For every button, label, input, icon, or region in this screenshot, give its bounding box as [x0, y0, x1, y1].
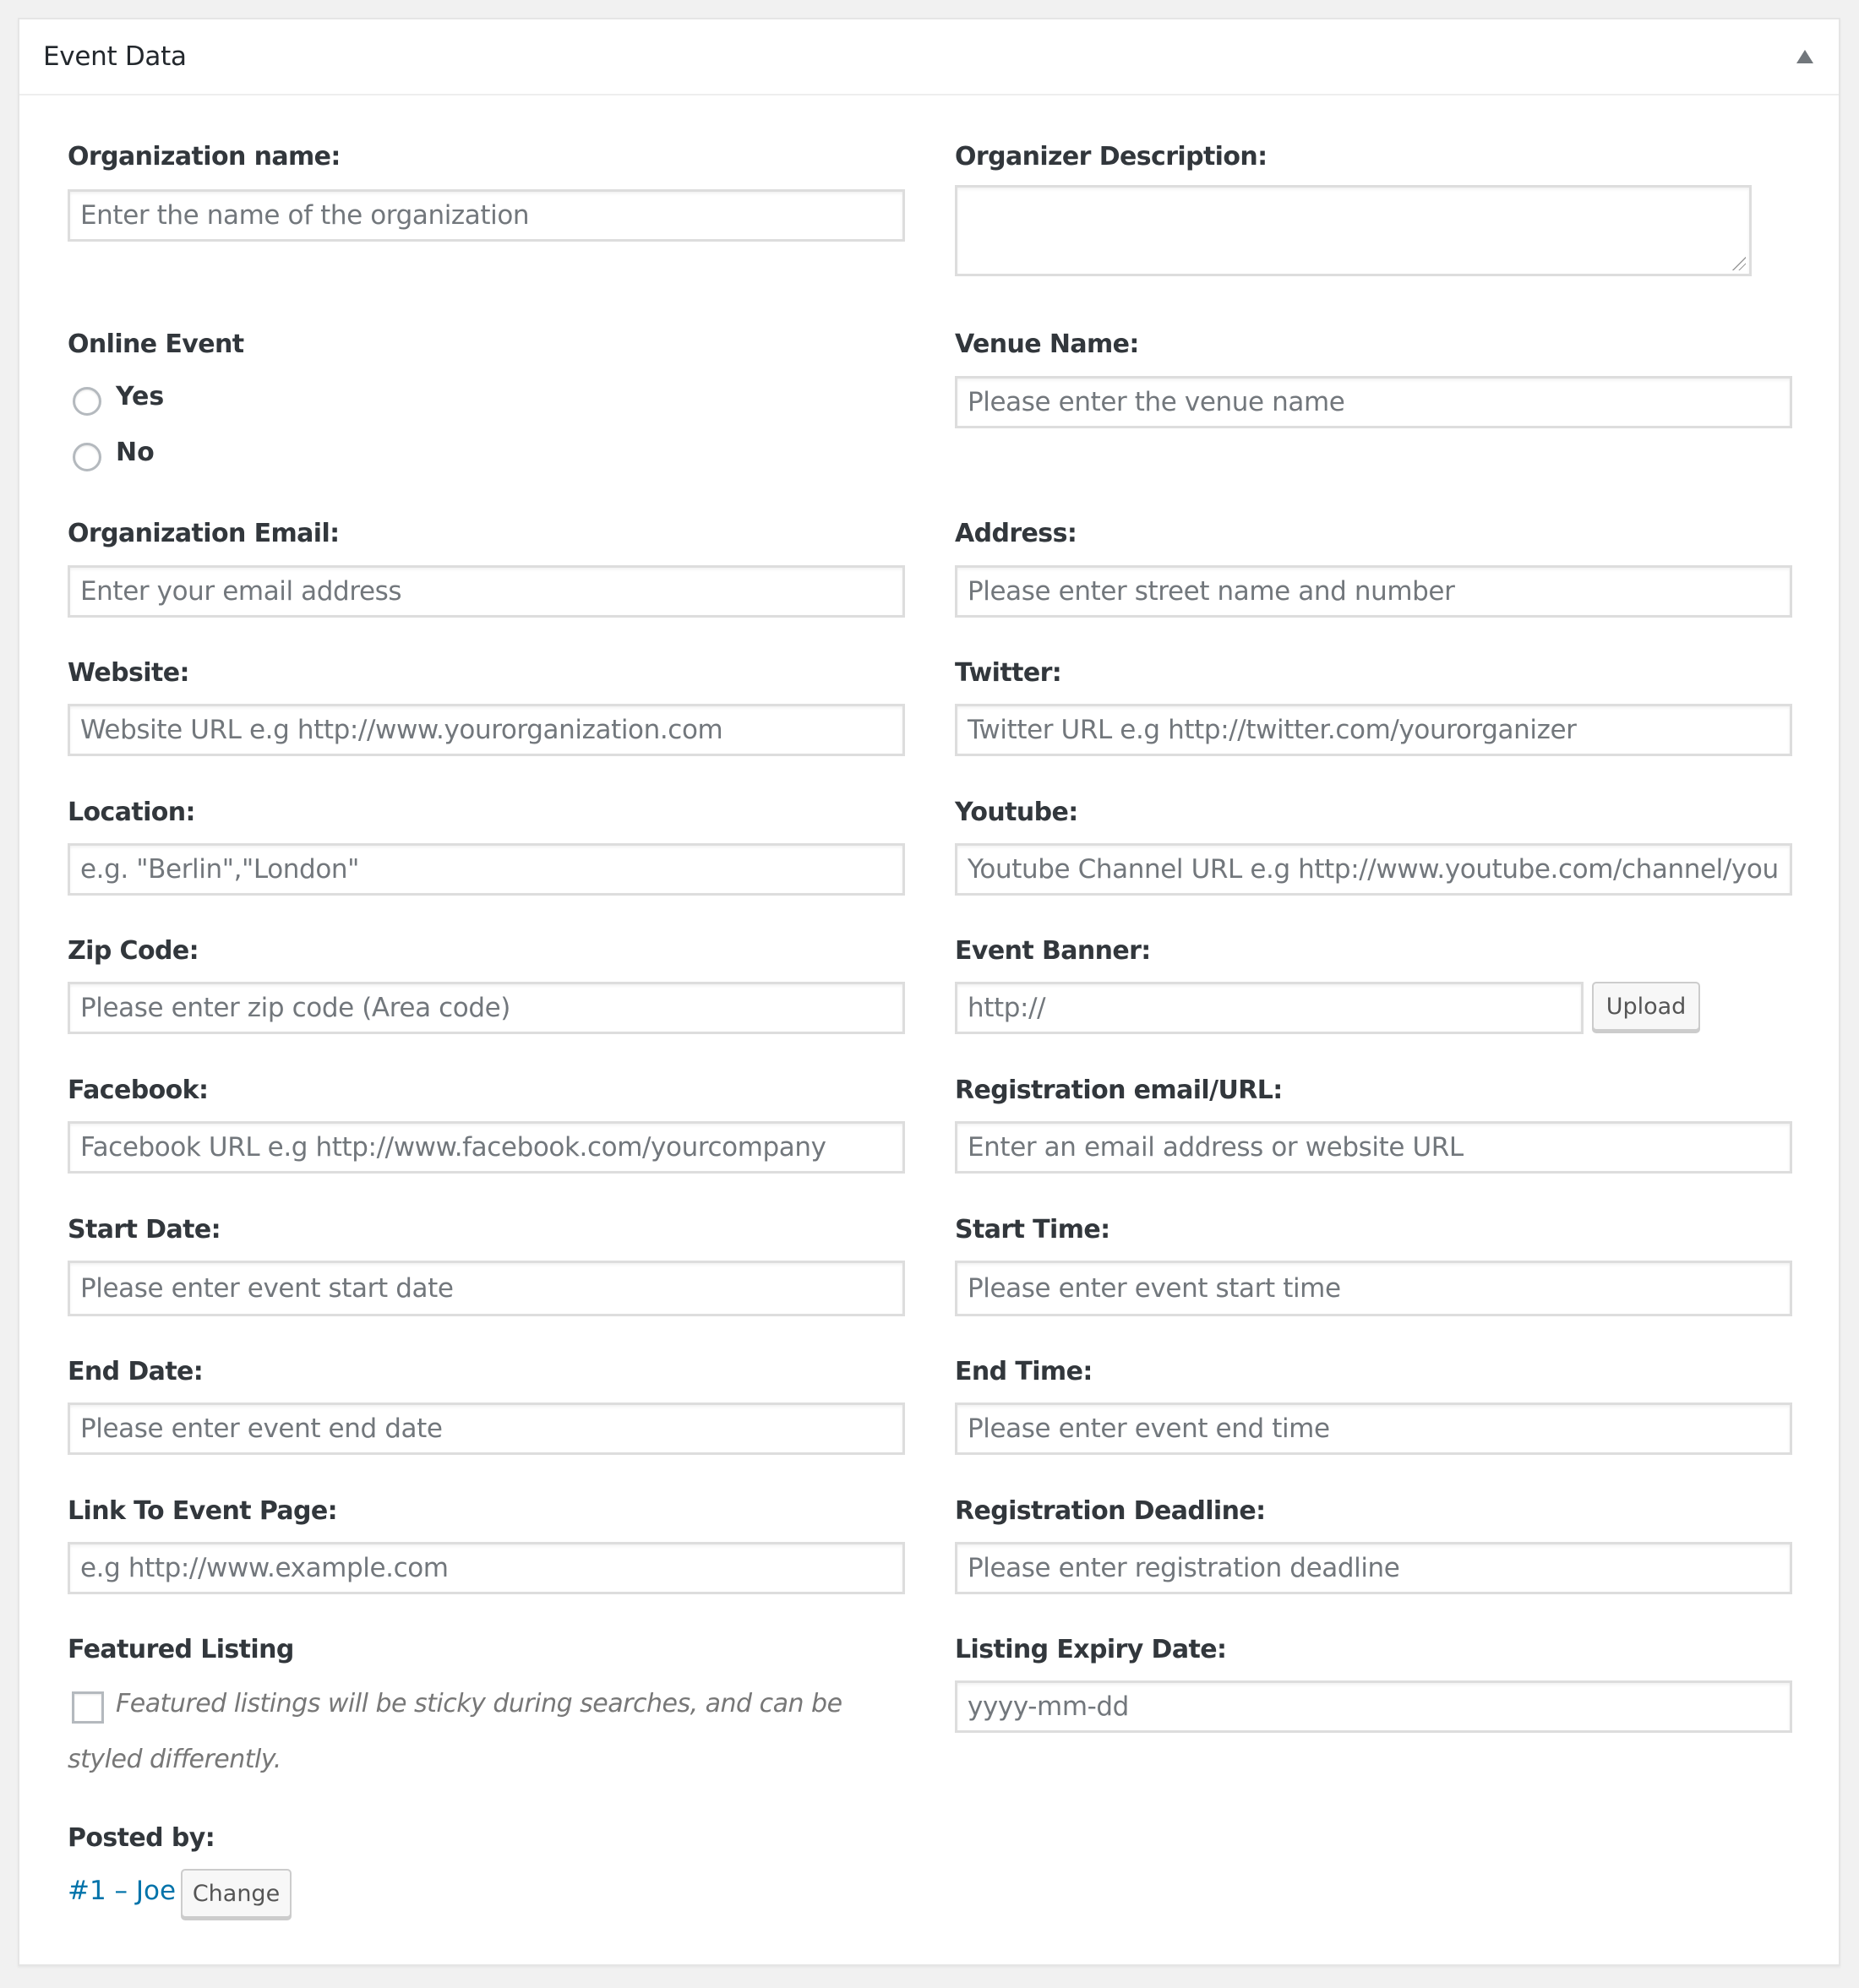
end-date-input[interactable]: Please enter event end date	[68, 1402, 905, 1455]
youtube-placeholder: Youtube Channel URL e.g http://www.youtu…	[968, 854, 1779, 885]
zip-placeholder: Please enter zip code (Area code)	[80, 993, 510, 1023]
start-date-placeholder: Please enter event start date	[80, 1273, 454, 1304]
online-event-label: Online Event	[68, 330, 244, 359]
zip-label: Zip Code:	[68, 936, 199, 966]
registration-label: Registration email/URL:	[955, 1076, 1283, 1105]
org-desc-label: Organizer Description:	[955, 142, 1268, 172]
twitter-placeholder: Twitter URL e.g http://twitter.com/youro…	[968, 715, 1577, 745]
online-yes-label[interactable]: Yes	[116, 382, 164, 411]
venue-input[interactable]: Please enter the venue name	[955, 376, 1792, 428]
resize-handle-icon[interactable]	[1732, 257, 1746, 270]
youtube-input[interactable]: Youtube Channel URL e.g http://www.youtu…	[955, 843, 1792, 896]
start-time-input[interactable]: Please enter event start time	[955, 1261, 1792, 1316]
deadline-label: Registration Deadline:	[955, 1496, 1266, 1526]
twitter-label: Twitter:	[955, 658, 1062, 688]
upload-button[interactable]: Upload	[1592, 982, 1700, 1031]
youtube-label: Youtube:	[955, 798, 1078, 827]
posted-by-label: Posted by:	[68, 1823, 215, 1853]
banner-label: Event Banner:	[955, 936, 1151, 966]
panel-header[interactable]: Event Data	[19, 19, 1839, 95]
org-name-placeholder: Enter the name of the organization	[80, 200, 530, 231]
featured-label: Featured Listing	[68, 1635, 294, 1664]
link-placeholder: e.g http://www.example.com	[80, 1553, 449, 1583]
venue-placeholder: Please enter the venue name	[968, 387, 1345, 417]
deadline-input[interactable]: Please enter registration deadline	[955, 1542, 1792, 1594]
registration-placeholder: Enter an email address or website URL	[968, 1132, 1464, 1163]
start-date-label: Start Date:	[68, 1215, 221, 1245]
org-email-label: Organization Email:	[68, 519, 340, 548]
zip-input[interactable]: Please enter zip code (Area code)	[68, 982, 905, 1034]
expiry-placeholder: yyyy-mm-dd	[968, 1691, 1129, 1722]
location-input[interactable]: e.g. "Berlin","London"	[68, 843, 905, 896]
website-placeholder: Website URL e.g http://www.yourorganizat…	[80, 715, 723, 745]
website-input[interactable]: Website URL e.g http://www.yourorganizat…	[68, 704, 905, 756]
posted-by-user-link[interactable]: #1 – Joe	[68, 1876, 176, 1906]
location-label: Location:	[68, 798, 196, 827]
org-desc-textarea[interactable]	[955, 185, 1752, 276]
start-date-input[interactable]: Please enter event start date	[68, 1261, 905, 1316]
org-name-input[interactable]: Enter the name of the organization	[68, 189, 905, 242]
featured-description: Featured listings will be sticky during …	[68, 1689, 842, 1774]
expiry-label: Listing Expiry Date:	[955, 1635, 1227, 1664]
end-date-placeholder: Please enter event end date	[80, 1413, 443, 1444]
expiry-input[interactable]: yyyy-mm-dd	[955, 1680, 1792, 1733]
facebook-placeholder: Facebook URL e.g http://www.facebook.com…	[80, 1132, 826, 1163]
change-author-button[interactable]: Change	[181, 1869, 292, 1918]
address-placeholder: Please enter street name and number	[968, 576, 1455, 607]
end-date-label: End Date:	[68, 1357, 204, 1386]
online-yes-radio[interactable]	[73, 387, 101, 416]
org-email-input[interactable]: Enter your email address	[68, 565, 905, 618]
end-time-placeholder: Please enter event end time	[968, 1413, 1330, 1444]
link-label: Link To Event Page:	[68, 1496, 338, 1526]
end-time-label: End Time:	[955, 1357, 1093, 1386]
location-placeholder: e.g. "Berlin","London"	[80, 854, 359, 885]
start-time-label: Start Time:	[955, 1215, 1110, 1245]
address-input[interactable]: Please enter street name and number	[955, 565, 1792, 618]
link-input[interactable]: e.g http://www.example.com	[68, 1542, 905, 1594]
website-label: Website:	[68, 658, 189, 688]
end-time-input[interactable]: Please enter event end time	[955, 1402, 1792, 1455]
twitter-input[interactable]: Twitter URL e.g http://twitter.com/youro…	[955, 704, 1792, 756]
org-email-placeholder: Enter your email address	[80, 576, 402, 607]
venue-label: Venue Name:	[955, 330, 1139, 359]
banner-placeholder: http://	[968, 993, 1046, 1023]
registration-input[interactable]: Enter an email address or website URL	[955, 1121, 1792, 1174]
online-no-label[interactable]: No	[116, 438, 155, 467]
start-time-placeholder: Please enter event start time	[968, 1273, 1341, 1304]
facebook-input[interactable]: Facebook URL e.g http://www.facebook.com…	[68, 1121, 905, 1174]
deadline-placeholder: Please enter registration deadline	[968, 1553, 1400, 1583]
org-name-label: Organization name:	[68, 142, 341, 172]
banner-input[interactable]: http://	[955, 982, 1584, 1034]
facebook-label: Facebook:	[68, 1076, 209, 1105]
address-label: Address:	[955, 519, 1077, 548]
panel-title: Event Data	[43, 41, 187, 72]
online-no-radio[interactable]	[73, 443, 101, 471]
triangle-up-icon[interactable]	[1796, 50, 1813, 63]
